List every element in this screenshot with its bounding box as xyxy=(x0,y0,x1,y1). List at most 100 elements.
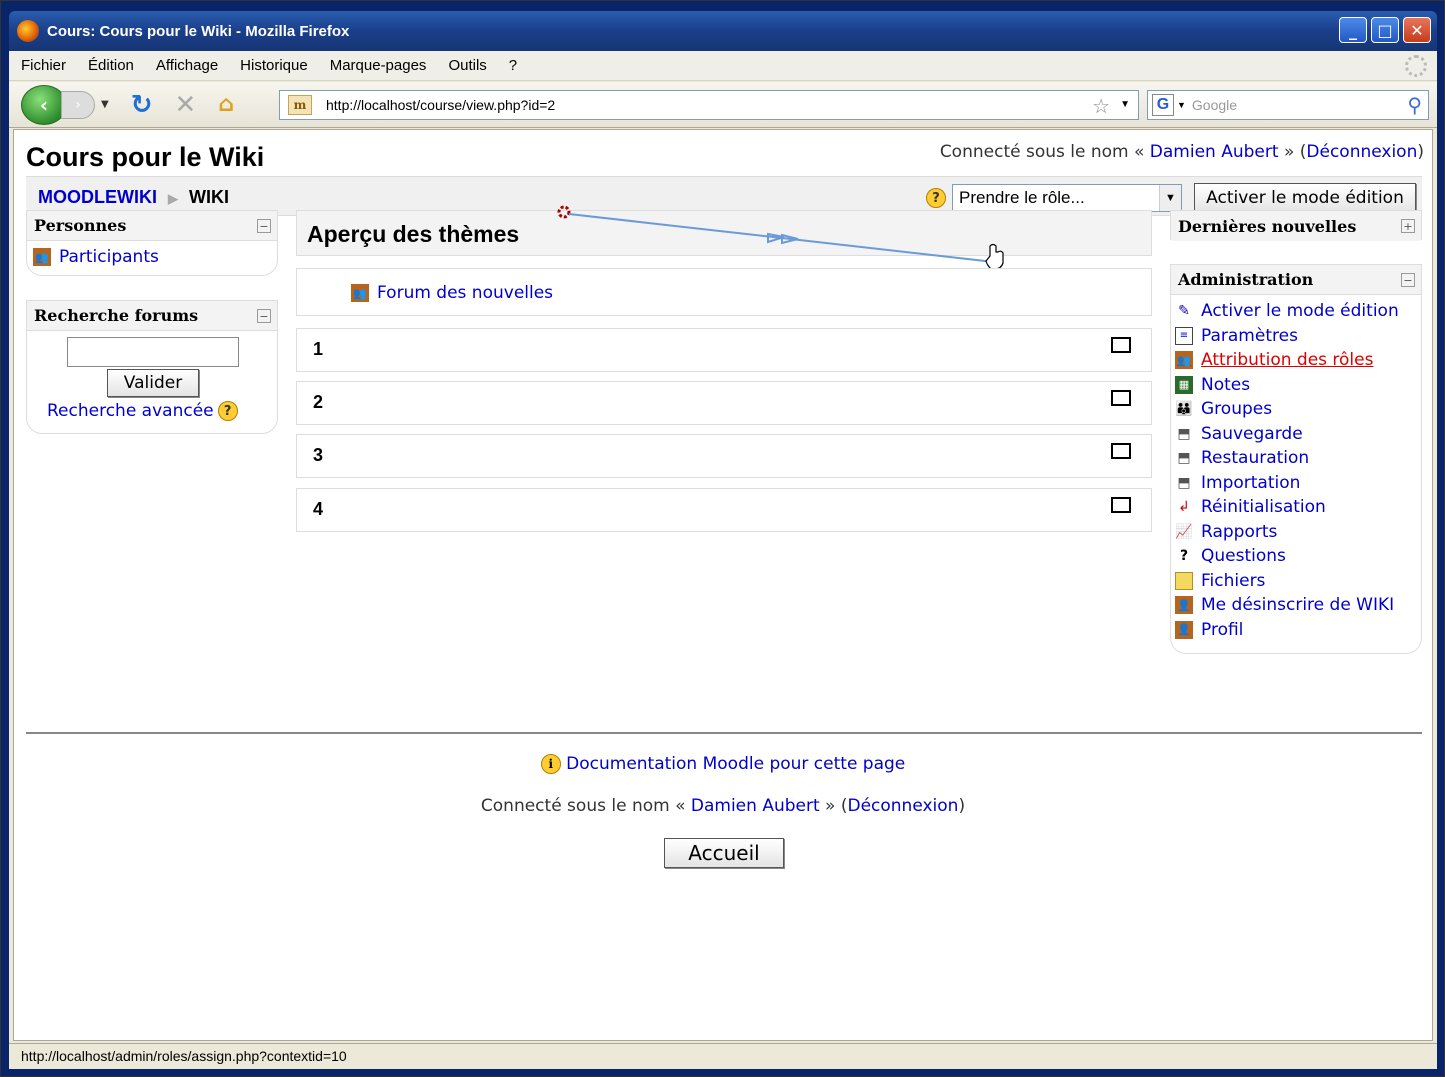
participants-label: Participants xyxy=(59,247,159,268)
admin-item-label: Groupes xyxy=(1201,399,1273,420)
logout-link[interactable]: Déconnexion xyxy=(1306,142,1417,162)
help-icon[interactable]: ? xyxy=(217,401,238,421)
settings-document-icon: ≡ xyxy=(1175,326,1193,345)
menu-edition[interactable]: Édition xyxy=(88,57,134,74)
breadcrumb-home-link[interactable]: MOODLEWIKI xyxy=(38,187,157,207)
login-prefix: Connecté sous le nom « xyxy=(480,796,686,816)
chevron-down-icon[interactable]: ▼ xyxy=(1159,185,1181,211)
admin-item-reset[interactable]: ↲ Réinitialisation xyxy=(1175,495,1417,520)
url-bar[interactable]: m http://localhost/course/view.php?id=2 … xyxy=(279,90,1139,120)
search-icon[interactable]: ⚲ xyxy=(1407,93,1422,118)
admin-item-label: Fichiers xyxy=(1201,570,1266,591)
minimize-button[interactable]: _ xyxy=(1339,17,1367,43)
collapse-icon[interactable]: − xyxy=(257,219,271,233)
admin-item-reports[interactable]: 📈 Rapports xyxy=(1175,520,1417,545)
admin-item-files[interactable]: Fichiers xyxy=(1175,569,1417,594)
menu-affichage[interactable]: Affichage xyxy=(156,57,218,74)
admin-item-label: Restauration xyxy=(1201,448,1310,469)
logout-link[interactable]: Déconnexion xyxy=(847,796,958,816)
history-dropdown-icon[interactable]: ▼ xyxy=(101,99,109,110)
admin-item-grades[interactable]: ▦ Notes xyxy=(1175,373,1417,398)
login-mid: » ( xyxy=(1283,142,1307,162)
search-box[interactable]: G ▼ Google ⚲ xyxy=(1147,90,1429,120)
admin-item-label: Notes xyxy=(1201,374,1251,395)
home-button[interactable]: Accueil xyxy=(664,838,784,868)
administration-title: Administration xyxy=(1178,270,1314,289)
engine-dropdown-icon[interactable]: ▼ xyxy=(1177,100,1186,110)
menu-marque-pages[interactable]: Marque-pages xyxy=(330,57,427,74)
window-title: Cours: Cours pour le Wiki - Mozilla Fire… xyxy=(47,22,350,40)
page-title: Cours pour le Wiki xyxy=(26,142,265,172)
documentation-line: i Documentation Moodle pour cette page xyxy=(14,754,1432,774)
login-suffix: ) xyxy=(1417,142,1424,162)
admin-item-label: Sauvegarde xyxy=(1201,423,1303,444)
edit-mode-button[interactable]: Activer le mode édition xyxy=(1194,183,1416,213)
forum-section: 👥 Forum des nouvelles xyxy=(296,268,1152,316)
forward-button[interactable]: › xyxy=(61,90,95,119)
status-text: http://localhost/admin/roles/assign.php?… xyxy=(21,1048,347,1064)
user-link[interactable]: Damien Aubert xyxy=(691,796,820,816)
bookmark-star-icon[interactable]: ☆ xyxy=(1092,94,1110,119)
close-button[interactable]: ✕ xyxy=(1403,17,1431,43)
google-engine-icon[interactable]: G xyxy=(1152,94,1174,116)
participants-link[interactable]: 👥 Participants xyxy=(33,245,271,270)
menu-fichier[interactable]: Fichier xyxy=(21,57,66,74)
browser-window: Cours: Cours pour le Wiki - Mozilla Fire… xyxy=(0,0,1445,1077)
admin-item-questions[interactable]: ? Questions xyxy=(1175,544,1417,569)
advanced-search-link[interactable]: Recherche avancée xyxy=(47,401,214,421)
page-content: Cours pour le Wiki Connecté sous le nom … xyxy=(13,129,1433,1041)
admin-item-backup[interactable]: ⬒ Sauvegarde xyxy=(1175,422,1417,447)
latest-news-block: Dernières nouvelles + xyxy=(1170,210,1422,241)
admin-item-restore[interactable]: ⬒ Restauration xyxy=(1175,446,1417,471)
admin-item-import[interactable]: ⬒ Importation xyxy=(1175,471,1417,496)
news-forum-link[interactable]: 👥 Forum des nouvelles xyxy=(351,281,553,306)
admin-item-label: Rapports xyxy=(1201,521,1278,542)
collapse-icon[interactable]: − xyxy=(257,309,271,323)
section-number: 1 xyxy=(313,339,324,359)
breadcrumb: MOODLEWIKI ▶ WIKI xyxy=(38,187,229,208)
expand-icon[interactable]: + xyxy=(1401,219,1415,233)
admin-item-unenrol[interactable]: 👤 Me désinscrire de WIKI xyxy=(1175,593,1417,618)
url-dropdown-icon[interactable]: ▼ xyxy=(1120,99,1130,110)
section-highlight-checkbox[interactable] xyxy=(1111,337,1131,353)
questions-icon: ? xyxy=(1179,548,1189,565)
validate-button[interactable]: Valider xyxy=(107,369,199,397)
administration-block: Administration − ✎ Activer le mode édition… xyxy=(1170,264,1422,654)
title-bar: Cours: Cours pour le Wiki - Mozilla Fire… xyxy=(9,11,1437,51)
user-link[interactable]: Damien Aubert xyxy=(1150,142,1279,162)
collapse-icon[interactable]: − xyxy=(1401,273,1415,287)
latest-news-title: Dernières nouvelles xyxy=(1178,216,1357,236)
admin-item-profile[interactable]: 👤 Profil xyxy=(1175,618,1417,643)
footer-divider xyxy=(26,732,1422,734)
section-highlight-checkbox[interactable] xyxy=(1111,497,1131,513)
people-block: Personnes − 👥 Participants xyxy=(26,210,278,276)
section-number: 4 xyxy=(313,499,324,519)
admin-item-edit-mode[interactable]: ✎ Activer le mode édition xyxy=(1175,299,1417,324)
forum-search-input[interactable] xyxy=(67,337,239,367)
drag-arrow-annotation xyxy=(557,205,1004,270)
menu-historique[interactable]: Historique xyxy=(240,57,308,74)
breadcrumb-separator-icon: ▶ xyxy=(168,191,179,206)
grades-icon: ▦ xyxy=(1175,375,1193,394)
section-number: 3 xyxy=(313,445,324,465)
login-mid: » ( xyxy=(825,796,848,816)
forum-search-block: Recherche forums − Valider Recherche avan… xyxy=(26,300,278,434)
admin-item-groups[interactable]: 👪 Groupes xyxy=(1175,397,1417,422)
login-info: Connecté sous le nom « Damien Aubert » (… xyxy=(940,142,1424,162)
maximize-button[interactable]: □ xyxy=(1371,17,1399,43)
stop-icon[interactable]: ✕ xyxy=(175,90,197,120)
admin-item-settings[interactable]: ≡ Paramètres xyxy=(1175,324,1417,349)
reload-icon[interactable]: ↻ xyxy=(131,90,153,120)
search-placeholder: Google xyxy=(1191,97,1238,113)
section-highlight-checkbox[interactable] xyxy=(1111,443,1131,459)
menu-outils[interactable]: Outils xyxy=(448,57,486,74)
admin-item-label: Me désinscrire de WIKI xyxy=(1201,595,1395,616)
admin-item-role-assignment[interactable]: 👥 Attribution des rôles xyxy=(1175,348,1417,373)
footer-login-info: Connecté sous le nom « Damien Aubert » (… xyxy=(14,796,1432,816)
folder-icon xyxy=(1175,571,1193,590)
documentation-link[interactable]: Documentation Moodle pour cette page xyxy=(566,754,905,774)
home-icon[interactable]: ⌂ xyxy=(218,92,234,117)
menu-help[interactable]: ? xyxy=(509,57,517,74)
section-highlight-checkbox[interactable] xyxy=(1111,390,1131,406)
admin-item-label: Réinitialisation xyxy=(1201,497,1326,518)
